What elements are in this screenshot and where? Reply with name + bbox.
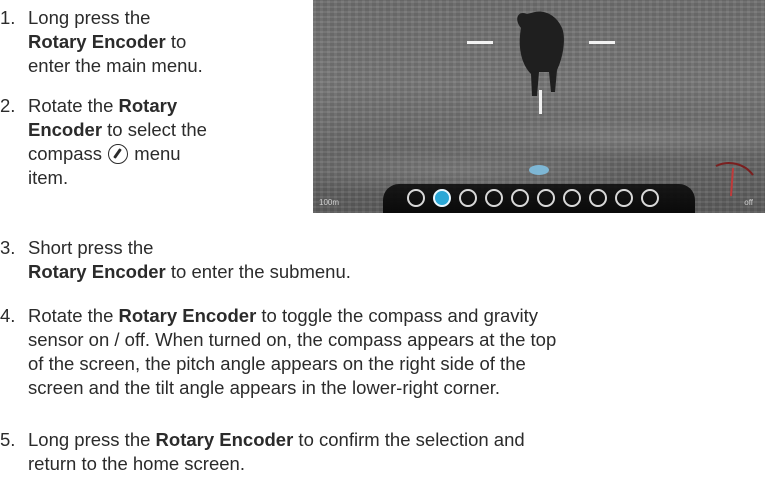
bold-term: Rotary Encoder <box>28 261 166 282</box>
reticle-right <box>589 41 615 44</box>
step-number: 4. <box>0 305 16 326</box>
step-text: Rotate the Rotary Encoder to toggle the … <box>28 304 556 400</box>
scope-menu-bar <box>383 184 695 213</box>
thermal-scope-image: 100m off <box>313 0 765 213</box>
image-icon[interactable] <box>615 189 633 207</box>
bold-term: Rotary <box>118 95 178 116</box>
text: menu <box>129 143 181 164</box>
step-number: 2. <box>0 95 16 116</box>
step-text: Long press the Rotary Encoder to enter t… <box>28 6 203 78</box>
step-text: Rotate the Rotary Encoder to select the … <box>28 94 207 190</box>
step-number: 5. <box>0 429 16 450</box>
compass-icon[interactable] <box>433 189 451 207</box>
text: to confirm the selection and <box>293 429 525 450</box>
text: compass <box>28 143 108 164</box>
step-line: Long press the <box>28 7 151 28</box>
step-line: Rotary Encoder to enter the submenu. <box>28 260 351 284</box>
text: Rotate the <box>28 305 119 326</box>
crosshair-icon[interactable] <box>589 189 607 207</box>
step-line: Short press the <box>28 237 154 258</box>
step-line: sensor on / off. When turned on, the com… <box>28 329 557 350</box>
range-label: 100m <box>319 198 340 207</box>
bold-term: Rotary Encoder <box>118 305 257 326</box>
step-number: 3. <box>0 237 16 258</box>
step-line: Encoder to select the <box>28 118 207 142</box>
text: Long press the <box>28 429 156 450</box>
step-line: of the screen, the pitch angle appears o… <box>28 353 526 374</box>
text: to toggle the compass and gravity <box>256 305 539 326</box>
home-icon[interactable] <box>511 189 529 207</box>
step-text: Short press the Rotary Encoder to enter … <box>28 236 351 284</box>
photo-icon[interactable] <box>537 189 555 207</box>
bold-term: Rotary Encoder <box>155 429 294 450</box>
step-text: Long press the Rotary Encoder to confirm… <box>28 428 525 476</box>
text: to enter the submenu. <box>165 261 351 282</box>
settings-icon[interactable] <box>641 189 659 207</box>
text: to <box>165 31 187 52</box>
status-label: off <box>744 198 753 207</box>
compass-icon <box>108 144 129 164</box>
step-line: return to the home screen. <box>28 453 245 474</box>
reticle-bottom <box>539 90 542 114</box>
reticle-icon[interactable] <box>563 189 581 207</box>
microphone-icon[interactable] <box>459 189 477 207</box>
step-line: Long press the Rotary Encoder to confirm… <box>28 428 525 452</box>
step-line: item. <box>28 167 69 188</box>
step-line: screen and the tilt angle appears in the… <box>28 377 501 398</box>
text: to select the <box>102 119 207 140</box>
step-line: Rotate the Rotary <box>28 94 207 118</box>
step-line: enter the main menu. <box>28 55 203 76</box>
text: Rotate the <box>28 95 119 116</box>
moon-icon[interactable] <box>485 189 503 207</box>
step-line: compass menu <box>28 142 207 166</box>
step-line: Rotate the Rotary Encoder to toggle the … <box>28 304 556 328</box>
step-number: 1. <box>0 7 16 28</box>
step-line: Rotary Encoder to <box>28 30 203 54</box>
reticle-left <box>467 41 493 44</box>
bold-term: Rotary Encoder <box>28 31 166 52</box>
wifi-icon[interactable] <box>407 189 425 207</box>
bold-term: Encoder <box>28 119 103 140</box>
